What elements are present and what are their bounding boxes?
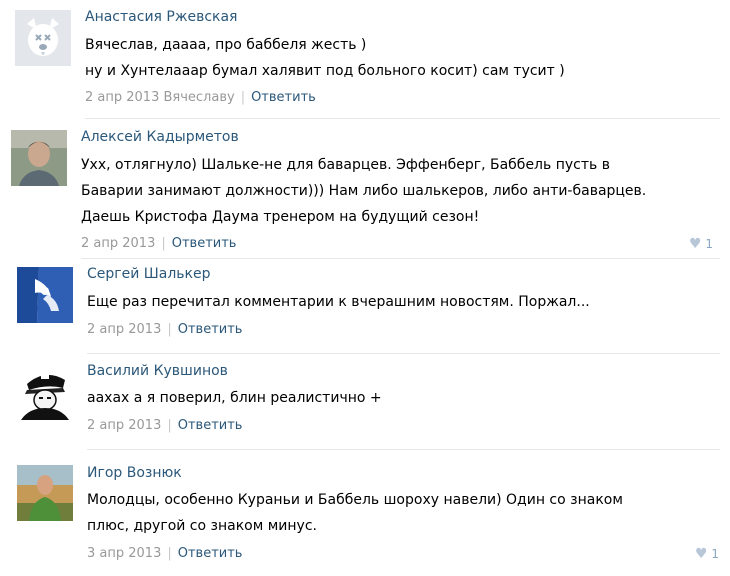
photo-avatar [17, 465, 73, 521]
photo-avatar [11, 130, 67, 186]
heart-icon: ♥ [695, 546, 708, 562]
comment-text-line: Вячеслав, даааа, про баббеля жесть ) [85, 37, 367, 53]
like-button[interactable]: ♥ 1 [689, 236, 713, 252]
meta-separator: | [240, 90, 246, 105]
avatar[interactable] [17, 267, 73, 323]
comment-author[interactable]: Василий Кувшинов [87, 363, 228, 379]
comment-date[interactable]: 2 апр 2013 [85, 90, 159, 105]
comment-date[interactable]: 2 апр 2013 [81, 236, 155, 251]
meta-separator: | [167, 322, 172, 337]
comment-text-line: Баварии занимают должности))) Нам либо ш… [81, 183, 647, 199]
avatar[interactable] [15, 10, 71, 66]
meta-separator: | [167, 546, 172, 561]
comment-divider [87, 449, 720, 450]
deactivated-dog-avatar-icon [15, 10, 71, 66]
comment-text-line: аахах а я поверил, блин реалистично + [87, 390, 382, 406]
comment-text: аахах а я поверил, блин реалистично + [87, 385, 382, 411]
comment-text: Еще раз перечитал комментарии к вчерашни… [87, 289, 590, 315]
heart-icon: ♥ [689, 236, 702, 252]
comment-date[interactable]: 2 апр 2013 [87, 418, 161, 433]
comment-text-line: плюс, другой со знаком минус. [87, 518, 317, 534]
comment-author[interactable]: Алексей Кадырметов [81, 129, 239, 145]
meta-separator: | [167, 418, 172, 433]
comment-meta: 2 апр 2013 | Ответить [87, 418, 242, 433]
comment-divider [81, 258, 720, 259]
avatar[interactable] [11, 130, 67, 186]
comment-author[interactable]: Сергей Шалькер [87, 266, 211, 282]
comment-date[interactable]: 2 апр 2013 [87, 322, 161, 337]
comment-text: Молодцы, особенно Кураньи и Баббель шоро… [87, 487, 623, 539]
reply-link[interactable]: Ответить [178, 546, 243, 561]
meta-separator: | [161, 236, 166, 251]
comment-text: Вячеслав, даааа, про баббеля жесть ) ну … [85, 32, 565, 84]
comment-meta: 3 апр 2013 | Ответить [87, 546, 242, 561]
comment-divider [85, 118, 720, 119]
comment-meta: 2 апр 2013 | Ответить [81, 236, 236, 251]
reply-link[interactable]: Ответить [172, 236, 237, 251]
reply-link[interactable]: Ответить [178, 418, 243, 433]
reply-link[interactable]: Ответить [178, 322, 243, 337]
comment-author[interactable]: Анастасия Ржевская [85, 9, 237, 25]
avatar[interactable] [17, 364, 73, 420]
comment-date[interactable]: 3 апр 2013 [87, 546, 161, 561]
officer-cap-avatar [17, 364, 73, 420]
comment-addressee[interactable]: Вячеславу [163, 90, 234, 105]
reply-link[interactable]: Ответить [251, 90, 316, 105]
comment-text: Ухх, отлягнуло) Шальке-не для баварцев. … [81, 152, 646, 230]
comment-meta: 2 апр 2013 | Ответить [87, 322, 242, 337]
like-count: 1 [711, 547, 720, 561]
schalke-flag-avatar [17, 267, 73, 323]
comment-text-line: Еще раз перечитал комментарии к вчерашни… [87, 294, 590, 310]
comment-author[interactable]: Игор Вознюк [87, 465, 182, 481]
like-button[interactable]: ♥ 1 [695, 546, 719, 562]
comments-feed: Анастасия Ржевская Вячеслав, даааа, про … [0, 0, 730, 576]
like-count: 1 [705, 237, 714, 251]
avatar[interactable] [17, 465, 73, 521]
comment-divider [87, 353, 720, 354]
comment-text-line: Молодцы, особенно Кураньи и Баббель шоро… [87, 492, 623, 508]
comment-text-line: Даешь Кристофа Даума тренером на будущий… [81, 209, 480, 225]
comment-meta: 2 апр 2013 Вячеславу | Ответить [85, 90, 316, 105]
comment-text-line: Ухх, отлягнуло) Шальке-не для баварцев. … [81, 157, 610, 173]
comment-text-line: ну и Хунтелааар бумал халявит под больно… [85, 63, 565, 79]
